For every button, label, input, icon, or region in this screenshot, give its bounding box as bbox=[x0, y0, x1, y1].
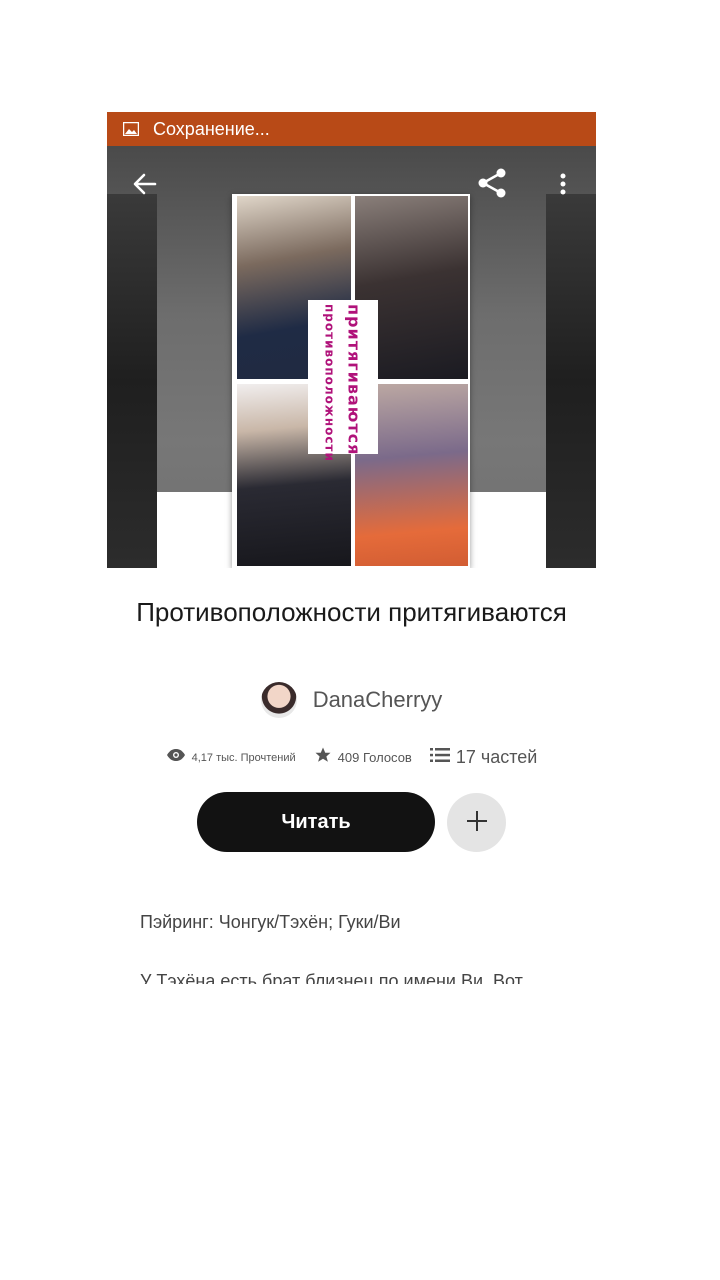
image-icon bbox=[122, 121, 140, 137]
next-cover[interactable] bbox=[546, 194, 596, 568]
cover-title-line1: противоположности bbox=[322, 304, 337, 462]
votes-stat: 409 Голосов bbox=[314, 746, 412, 769]
more-vert-icon[interactable] bbox=[555, 170, 571, 198]
parts-count[interactable]: 17 частей bbox=[456, 747, 538, 768]
list-icon bbox=[429, 747, 450, 768]
book-cover[interactable]: противоположности притягиваются bbox=[232, 194, 470, 568]
plus-icon bbox=[465, 811, 489, 836]
cover-title-line2: притягиваются bbox=[344, 304, 364, 456]
previous-cover[interactable] bbox=[107, 194, 157, 568]
avatar[interactable] bbox=[260, 682, 297, 718]
reads-count: 4,17 тыс. Прочтений bbox=[191, 751, 296, 764]
add-to-library-button[interactable] bbox=[447, 793, 506, 852]
notification-bar: Сохранение... bbox=[107, 112, 596, 146]
eye-icon bbox=[166, 748, 186, 767]
story-stats: 4,17 тыс. Прочтений 409 Голосов 17 часте… bbox=[107, 746, 596, 769]
notification-text: Сохранение... bbox=[153, 118, 270, 139]
parts-stat[interactable]: 17 частей bbox=[429, 747, 538, 768]
description-text: У Тэхёна есть брат близнец по имени Ви. … bbox=[140, 971, 523, 984]
share-icon[interactable] bbox=[475, 166, 509, 200]
book-title: Противоположности притягиваются bbox=[136, 597, 567, 627]
cover-carousel[interactable]: противоположности притягиваются bbox=[107, 146, 596, 568]
read-button[interactable]: Читать bbox=[197, 792, 435, 852]
cover-title: противоположности притягиваются bbox=[308, 300, 378, 462]
author-name[interactable]: DanaCherryy bbox=[313, 687, 443, 713]
reads-stat: 4,17 тыс. Прочтений bbox=[166, 748, 296, 767]
votes-count: 409 Голосов bbox=[337, 750, 412, 765]
arrow-left-icon[interactable] bbox=[131, 170, 159, 198]
description-pairing: Пэйринг: Чонгук/Тэхён; Гуки/Ви bbox=[140, 912, 401, 932]
author-row[interactable]: DanaCherryy bbox=[107, 682, 596, 718]
app-screen: Сохранение... противоположности притягив… bbox=[107, 112, 596, 1012]
star-icon bbox=[314, 746, 332, 769]
